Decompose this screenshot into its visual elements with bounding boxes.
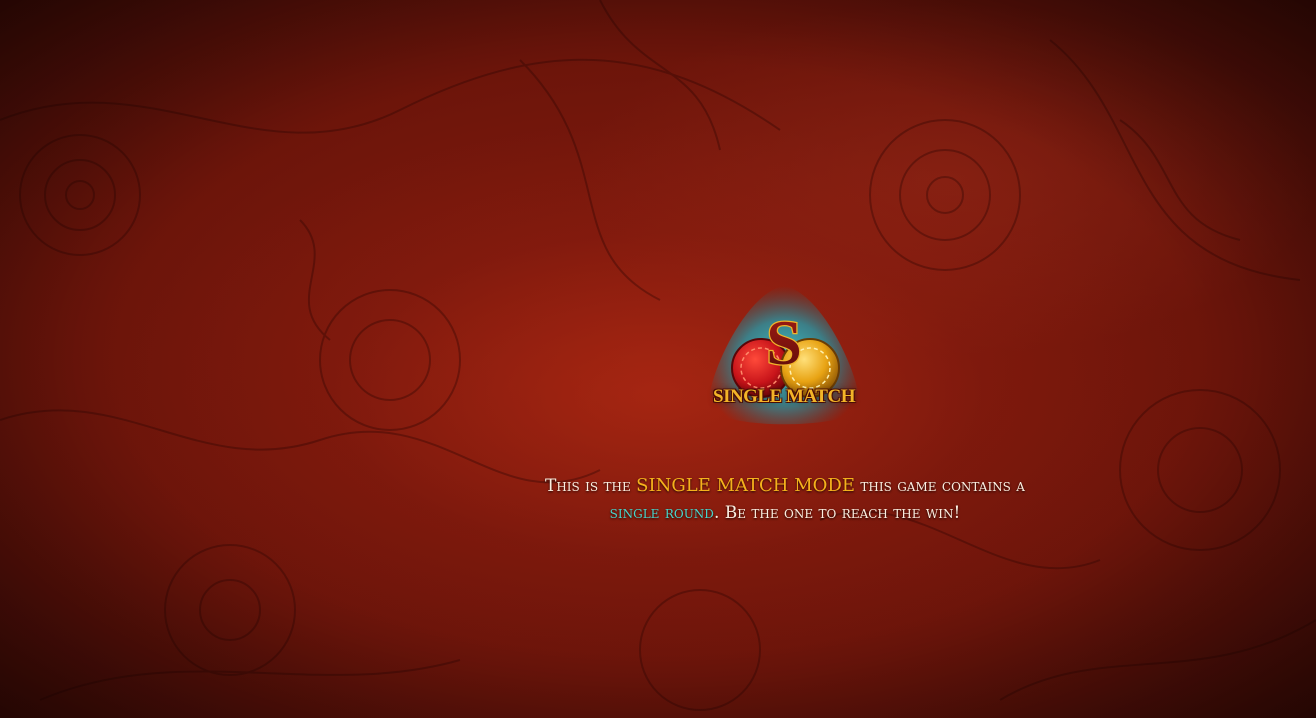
description-text-2: this game contains a <box>854 476 1025 496</box>
description-text-1: This is the <box>545 476 637 496</box>
mode-name-highlight: SINGLE MATCH MODE <box>636 475 855 496</box>
description-text-3: . Be the one to reach the win! <box>713 503 961 523</box>
round-count-highlight: single round <box>609 503 714 523</box>
mode-description: This is the SINGLE MATCH MODE this game … <box>440 472 1130 527</box>
badge-letter: S <box>766 307 802 378</box>
single-match-chips-icon: S <box>708 286 860 425</box>
floral-background-pattern <box>0 0 1316 711</box>
badge-label: SINGLE MATCH <box>713 386 855 407</box>
single-match-badge: S SINGLE MATCH <box>703 282 865 432</box>
